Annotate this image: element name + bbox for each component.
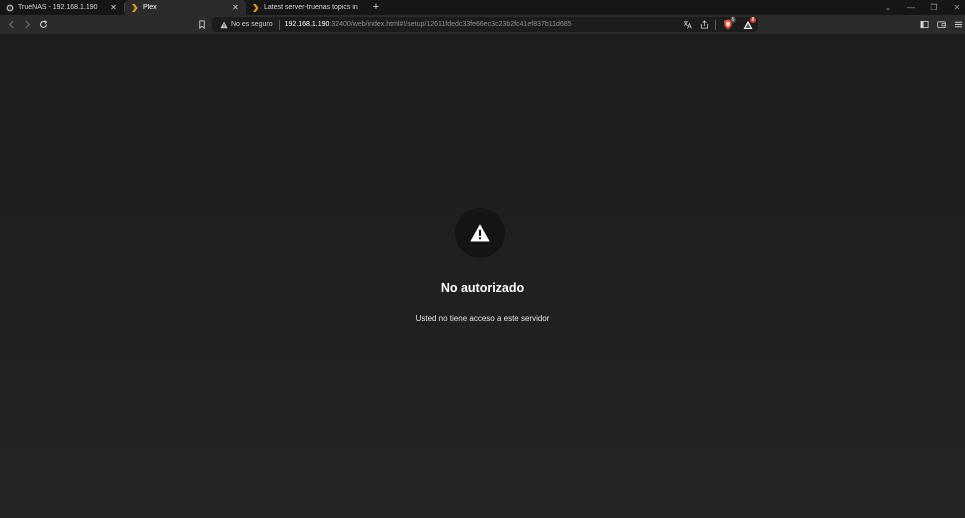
bookmark-icon [198,20,205,29]
minimize-button[interactable]: — [901,0,921,15]
tab-truenas[interactable]: TrueNAS - 192.168.1.190 ✕ [0,0,124,15]
error-title: No autorizado [440,281,525,295]
url-text[interactable]: 192.168.1.190:32400/web/index.html#!/set… [285,21,572,28]
hamburger-menu-icon [954,21,963,28]
back-arrow-icon [8,20,14,29]
tab-strip: TrueNAS - 192.168.1.190 ✕ Plex ✕ Latest … [0,0,965,15]
error-message: Usted no tiene acceso a este servidor [415,314,550,323]
tab-forum[interactable]: Latest server-truenas topics in NAS & [246,0,366,15]
rewards-notification-badge: 8 [750,16,756,23]
bookmark-button[interactable] [195,18,208,31]
restore-button[interactable]: ❐ [924,0,944,15]
url-path: :32400/web/index.html#!/setup/12611fdedc… [329,21,572,28]
wallet-icon [937,21,946,29]
url-host: 192.168.1.190 [284,21,330,28]
tab-title: Plex [143,4,157,11]
plex-chevron-icon [131,3,139,12]
plex-chevron-icon [252,3,260,12]
forward-arrow-icon [25,20,31,29]
page-content: No autorizado Usted no tiene acceso a es… [0,34,965,518]
new-tab-button[interactable]: + [370,0,382,15]
shields-count-badge: 5 [730,16,736,23]
browser-toolbar: No es seguro 192.168.1.190:32400/web/ind… [0,15,965,34]
toolbar-divider [715,19,716,30]
translate-icon[interactable] [681,19,693,31]
wallet-button[interactable] [935,18,948,31]
address-bar[interactable]: No es seguro 192.168.1.190:32400/web/ind… [212,16,758,32]
window-close-button[interactable]: ✕ [947,0,965,15]
close-icon[interactable]: ✕ [231,3,240,12]
brave-shields-icon[interactable]: 5 [722,16,736,31]
tab-title: TrueNAS - 192.168.1.190 [18,4,98,11]
tab-search-dropdown-icon[interactable]: ⌄ [878,0,898,15]
back-button[interactable] [5,18,18,31]
close-icon[interactable]: ✕ [109,3,118,12]
warning-triangle-icon[interactable] [219,20,228,29]
truenas-icon [6,4,14,12]
sidebar-icon [920,20,929,29]
tab-title: Latest server-truenas topics in NAS & [264,4,360,11]
warning-icon [470,224,490,242]
reload-button[interactable] [37,18,50,31]
sidebar-toggle-button[interactable] [918,18,931,31]
address-bar-actions: 5 8 [681,16,758,32]
menu-button[interactable] [952,18,965,31]
forward-button[interactable] [21,18,34,31]
share-icon[interactable] [698,19,710,31]
tab-plex[interactable]: Plex ✕ [125,0,246,15]
reload-icon [40,20,48,28]
security-status-label[interactable]: No es seguro [231,21,273,28]
brave-rewards-icon[interactable]: 8 [742,16,756,31]
alert-badge [455,208,505,258]
address-divider [278,19,280,30]
